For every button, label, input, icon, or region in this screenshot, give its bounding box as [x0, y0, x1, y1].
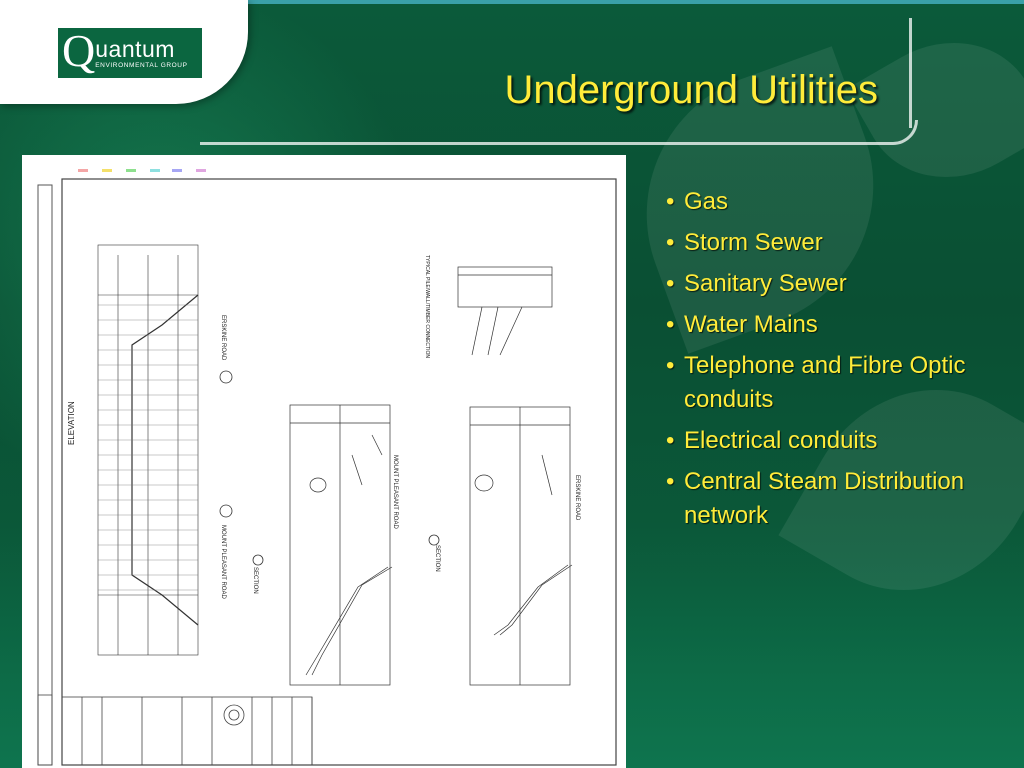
label-mount-pleasant-road-1: MOUNT PLEASANT ROAD [220, 525, 226, 599]
bullet-item-gas: Gas [664, 185, 984, 219]
bullet-item-storm-sewer: Storm Sewer [664, 226, 984, 260]
engineering-drawing: ELEVATION ERSKINE ROAD MOUNT PLEASANT RO… [22, 155, 626, 768]
title-divider [200, 120, 918, 145]
drawing-figure: ELEVATION ERSKINE ROAD MOUNT PLEASANT RO… [22, 155, 626, 768]
slide-title: Underground Utilities [504, 68, 878, 112]
label-erskine-road-2: ERSKINE ROAD [574, 475, 580, 521]
label-typical-connection: TYPICAL PILE/WALL/TIMBER CONNECTION [424, 255, 430, 358]
label-erskine-road-1: ERSKINE ROAD [220, 315, 226, 361]
logo-subtitle: ENVIRONMENTAL GROUP [95, 62, 188, 69]
label-section-2: SECTION [434, 545, 440, 572]
bullet-item-electrical-conduits: Electrical conduits [664, 424, 984, 458]
bullet-item-water-mains: Water Mains [664, 308, 984, 342]
title-divider-vertical [909, 18, 912, 128]
label-section-1: SECTION [252, 567, 258, 594]
bullet-item-central-steam: Central Steam Distribution network [664, 465, 984, 533]
label-elevation: ELEVATION [67, 401, 76, 445]
company-logo: Q uantum ENVIRONMENTAL GROUP [58, 28, 202, 78]
label-mount-pleasant-road-2: MOUNT PLEASANT ROAD [392, 455, 398, 529]
slide: Q uantum ENVIRONMENTAL GROUP Underground… [0, 0, 1024, 768]
logo-mark: Q [62, 25, 96, 76]
logo-name: uantum [95, 36, 175, 62]
bullet-item-sanitary-sewer: Sanitary Sewer [664, 267, 984, 301]
bullet-item-telephone-fibre: Telephone and Fibre Optic conduits [664, 349, 984, 417]
bullet-list: Gas Storm Sewer Sanitary Sewer Water Mai… [664, 185, 984, 540]
logo-panel: Q uantum ENVIRONMENTAL GROUP [0, 0, 248, 104]
